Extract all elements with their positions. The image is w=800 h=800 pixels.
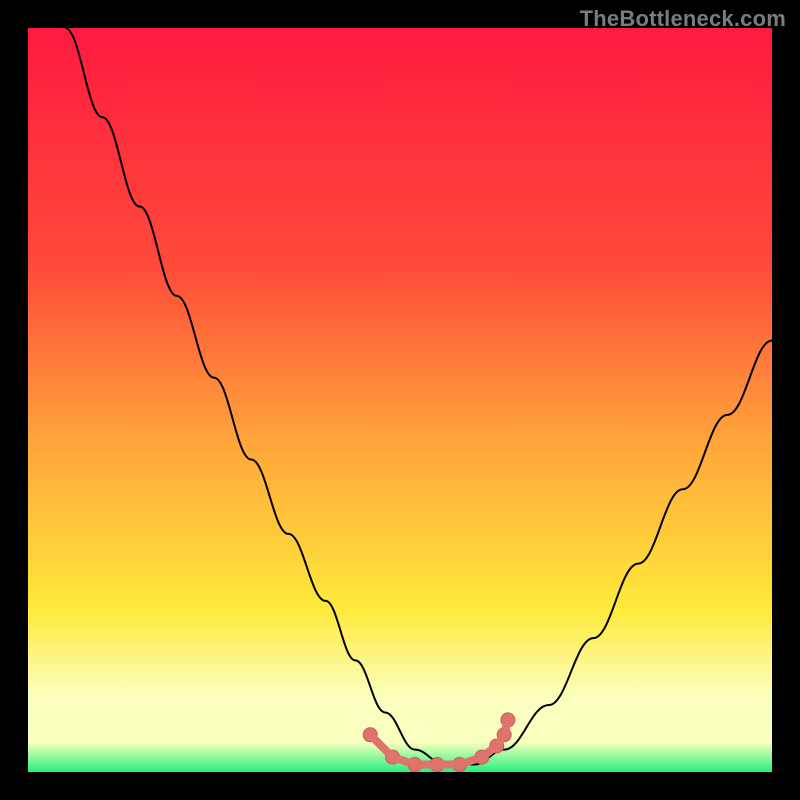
bottleneck-chart (0, 0, 800, 800)
watermark-text: TheBottleneck.com (580, 6, 786, 32)
chart-frame: TheBottleneck.com (0, 0, 800, 800)
plot-area (28, 28, 772, 772)
